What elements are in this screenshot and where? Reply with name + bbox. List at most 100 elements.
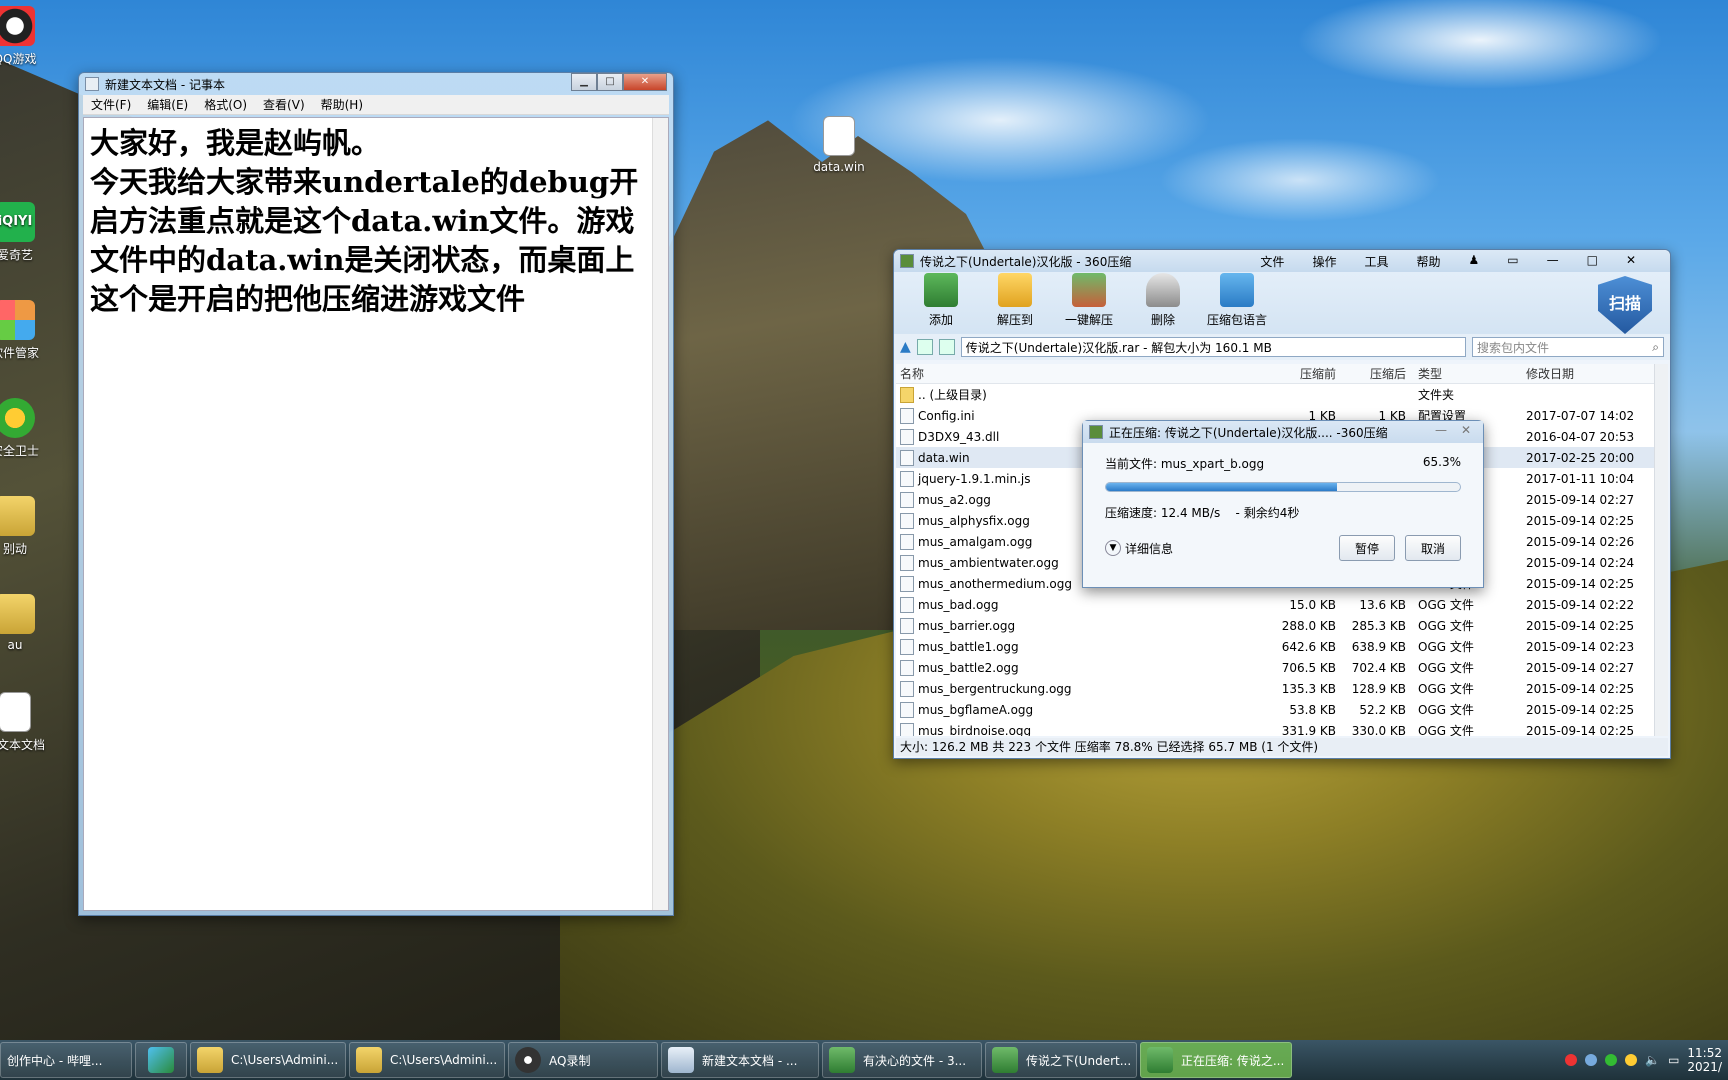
desktop-icon-au[interactable]: au bbox=[0, 594, 50, 652]
desktop-icon-software-manager[interactable]: 软件管家 bbox=[0, 300, 50, 361]
zip-close-button[interactable]: ✕ bbox=[1612, 253, 1650, 270]
file-list-scrollbar[interactable] bbox=[1654, 364, 1668, 736]
zip-titlebar[interactable]: 传说之下(Undertale)汉化版 - 360压缩 文件 操作 工具 帮助 ♟… bbox=[894, 250, 1670, 272]
file-size-after: 638.9 KB bbox=[1351, 639, 1406, 654]
add-button[interactable]: 添加 bbox=[904, 273, 978, 328]
file-row[interactable]: mus_battle1.ogg 642.6 KB 638.9 KB OGG 文件 201… bbox=[896, 636, 1668, 657]
file-row[interactable]: mus_birdnoise.ogg 331.9 KB 330.0 KB OGG 文件 2… bbox=[896, 720, 1668, 736]
task-label: 有决心的文件 - 3... bbox=[863, 1053, 967, 1068]
desktop-icon-iqiyi[interactable]: iQIYI 爱奇艺 bbox=[0, 202, 50, 263]
menu-view[interactable]: 查看(V) bbox=[255, 96, 313, 113]
notepad-titlebar[interactable]: 新建文本文档 - 记事本 ▁ □ ✕ bbox=[79, 73, 673, 95]
taskbar-item-compressing[interactable]: 正在压缩: 传说之... bbox=[1140, 1042, 1292, 1078]
progress-body: 当前文件: mus_xpart_b.ogg 65.3% 压缩速度: 12.4 M… bbox=[1083, 443, 1483, 573]
archive-path-text: 传说之下(Undertale)汉化版.rar - 解包大小为 160.1 MB bbox=[965, 340, 1272, 355]
details-toggle[interactable]: ▼ 详细信息 bbox=[1105, 540, 1329, 557]
progress-titlebar[interactable]: 正在压缩: 传说之下(Undertale)汉化版.... -360压缩 — ✕ bbox=[1083, 421, 1483, 443]
progress-bar bbox=[1105, 482, 1461, 492]
file-icon bbox=[900, 449, 914, 466]
zip-minimize-button[interactable]: — bbox=[1533, 253, 1573, 270]
file-row[interactable]: mus_barrier.ogg 288.0 KB 285.3 KB OGG 文件 201… bbox=[896, 615, 1668, 636]
minimize-button[interactable]: ▁ bbox=[571, 73, 597, 91]
desktop-icon-data-win[interactable]: data.win bbox=[804, 116, 874, 174]
column-before[interactable]: 压缩前 bbox=[1266, 365, 1336, 382]
zip-menu-help[interactable]: 帮助 bbox=[1402, 253, 1454, 270]
column-type[interactable]: 类型 bbox=[1406, 365, 1526, 382]
file-size-after: 330.0 KB bbox=[1351, 723, 1406, 737]
file-size-after: 128.9 KB bbox=[1351, 681, 1406, 696]
taskbar-item-notepad[interactable]: 新建文本文档 - ... bbox=[661, 1042, 819, 1078]
file-date: 2015-09-14 02:27 bbox=[1526, 492, 1635, 507]
extract-to-button[interactable]: 解压到 bbox=[978, 273, 1052, 328]
file-date: 2015-09-14 02:27 bbox=[1526, 660, 1635, 675]
view-thumbnail-icon[interactable] bbox=[916, 339, 933, 355]
desktop-icon-biedong[interactable]: 别动 bbox=[0, 496, 50, 557]
taskbar-item-explorer-2[interactable]: C:\Users\Admini... bbox=[349, 1042, 505, 1078]
column-name[interactable]: 名称 bbox=[896, 365, 1266, 382]
notepad-window[interactable]: 新建文本文档 - 记事本 ▁ □ ✕ 文件(F) 编辑(E) 格式(O) 查看(… bbox=[78, 72, 674, 916]
file-row[interactable]: mus_battle2.ogg 706.5 KB 702.4 KB OGG 文件 201… bbox=[896, 657, 1668, 678]
taskbar-item-zip-1[interactable]: 有决心的文件 - 3... bbox=[822, 1042, 982, 1078]
menu-help[interactable]: 帮助(H) bbox=[313, 96, 371, 113]
archive-path-field[interactable]: 传说之下(Undertale)汉化版.rar - 解包大小为 160.1 MB bbox=[960, 337, 1466, 357]
taskbar-item-zip-2[interactable]: 传说之下(Undert... bbox=[985, 1042, 1137, 1078]
sogou-icon[interactable] bbox=[1565, 1054, 1578, 1066]
file-size-before: 642.6 KB bbox=[1281, 639, 1336, 654]
security-tray-icon[interactable] bbox=[1605, 1054, 1618, 1066]
zip-menu-operation[interactable]: 操作 bbox=[1298, 253, 1350, 270]
volume-icon[interactable]: 🔈 bbox=[1645, 1053, 1660, 1067]
zip-menu-file[interactable]: 文件 bbox=[1246, 253, 1298, 270]
desktop-icon-text-doc[interactable]: 建文本文档 bbox=[0, 692, 50, 753]
delete-button[interactable]: 删除 bbox=[1126, 273, 1200, 328]
progress-minimize-button[interactable]: — bbox=[1427, 423, 1455, 437]
taskbar-item-explorer-1[interactable]: C:\Users\Admini... bbox=[190, 1042, 346, 1078]
search-icon[interactable]: ⌕ bbox=[1652, 340, 1663, 355]
pause-button[interactable]: 暂停 bbox=[1339, 535, 1395, 561]
zip-maximize-button[interactable]: □ bbox=[1573, 253, 1612, 270]
cancel-button[interactable]: 取消 bbox=[1405, 535, 1461, 561]
menu-edit[interactable]: 编辑(E) bbox=[139, 96, 196, 113]
file-row[interactable]: mus_bad.ogg 15.0 KB 13.6 KB OGG 文件 2015-09-1… bbox=[896, 594, 1668, 615]
file-name-cell: mus_bgflameA.ogg bbox=[896, 701, 1266, 718]
taskbar-item-bilibili[interactable]: 创作中心 - 哔哩... bbox=[0, 1042, 132, 1078]
up-arrow-icon[interactable]: ▲ bbox=[900, 339, 911, 355]
file-row[interactable]: .. (上级目录) 文件夹 bbox=[896, 384, 1668, 405]
network-icon[interactable] bbox=[1585, 1054, 1598, 1066]
close-button[interactable]: ✕ bbox=[623, 73, 667, 91]
message-icon[interactable]: ▭ bbox=[1493, 253, 1532, 270]
skin-icon[interactable]: ♟ bbox=[1454, 253, 1493, 270]
action-center-icon[interactable]: ▭ bbox=[1668, 1053, 1679, 1067]
file-date: 2015-09-14 02:25 bbox=[1526, 723, 1635, 737]
notepad-icon bbox=[85, 77, 99, 91]
desktop-icon-label: 别动 bbox=[2, 542, 27, 556]
file-date: 2015-09-14 02:25 bbox=[1526, 681, 1635, 696]
desktop-icon-security[interactable]: 安全卫士 bbox=[0, 398, 50, 459]
desktop-icon-qq-game[interactable]: QQ游戏 bbox=[0, 6, 50, 67]
archive-language-button[interactable]: 压缩包语言 bbox=[1200, 273, 1274, 328]
taskbar-clock[interactable]: 11:52 2021/ bbox=[1687, 1046, 1722, 1074]
file-row[interactable]: mus_bergentruckung.ogg 135.3 KB 128.9 KB OG… bbox=[896, 678, 1668, 699]
clock-time: 11:52 bbox=[1687, 1046, 1722, 1060]
one-click-extract-button[interactable]: 一键解压 bbox=[1052, 273, 1126, 328]
taskbar-item-aq-recorder[interactable]: AQ录制 bbox=[508, 1042, 658, 1078]
taskbar-item-media-player[interactable] bbox=[135, 1042, 187, 1078]
notepad-scrollbar[interactable] bbox=[652, 118, 668, 910]
column-after[interactable]: 压缩后 bbox=[1336, 365, 1406, 382]
menu-format[interactable]: 格式(O) bbox=[196, 96, 255, 113]
progress-close-button[interactable]: ✕ bbox=[1455, 423, 1477, 437]
search-input[interactable]: 搜索包内文件 ⌕ bbox=[1472, 337, 1664, 357]
notepad-editor[interactable]: 大家好，我是赵屿帆。 今天我给大家带来undertale的debug开启方法重点… bbox=[83, 117, 669, 911]
column-date[interactable]: 修改日期 bbox=[1526, 365, 1656, 382]
file-name-cell: mus_battle2.ogg bbox=[896, 659, 1266, 676]
compress-progress-dialog[interactable]: 正在压缩: 传说之下(Undertale)汉化版.... -360压缩 — ✕ … bbox=[1082, 420, 1484, 588]
file-name: mus_battle2.ogg bbox=[918, 660, 1019, 675]
zip-menu-tools[interactable]: 工具 bbox=[1350, 253, 1402, 270]
notepad-text[interactable]: 大家好，我是赵屿帆。 今天我给大家带来undertale的debug开启方法重点… bbox=[84, 118, 668, 319]
menu-file[interactable]: 文件(F) bbox=[83, 96, 139, 113]
file-name-cell: mus_birdnoise.ogg bbox=[896, 722, 1266, 736]
update-tray-icon[interactable] bbox=[1625, 1054, 1638, 1066]
desktop-icon-label: 建文本文档 bbox=[0, 738, 45, 752]
maximize-button[interactable]: □ bbox=[597, 73, 623, 91]
file-row[interactable]: mus_bgflameA.ogg 53.8 KB 52.2 KB OGG 文件 2015… bbox=[896, 699, 1668, 720]
view-list-icon[interactable] bbox=[938, 339, 955, 355]
